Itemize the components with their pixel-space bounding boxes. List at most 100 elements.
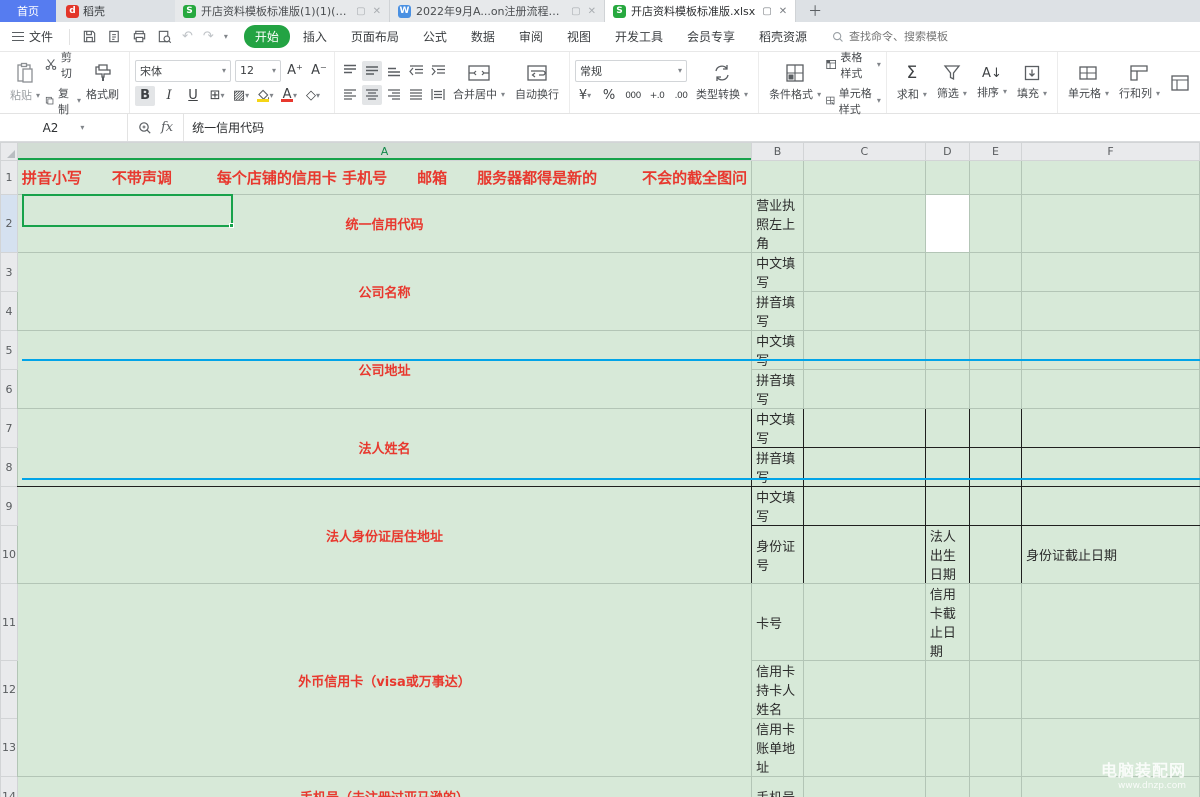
cell-F11[interactable] (1021, 584, 1199, 661)
name-box[interactable]: A2 ▾ (0, 114, 128, 141)
column-header-F[interactable]: F (1021, 143, 1199, 161)
cell-B10[interactable]: 身份证号 (752, 526, 804, 584)
cell-B4[interactable]: 拼音填写 (752, 292, 804, 331)
column-header-B[interactable]: B (752, 143, 804, 161)
cell-C3[interactable] (803, 253, 925, 292)
cell-D4[interactable] (925, 292, 969, 331)
tab-developer[interactable]: 开发工具 (604, 25, 674, 48)
distributed-icon[interactable] (428, 85, 448, 105)
cell-D2[interactable] (925, 195, 969, 253)
borders-button[interactable]: ⊞▾ (207, 86, 227, 106)
justify-icon[interactable] (406, 85, 426, 105)
bold-button[interactable]: B (135, 86, 155, 106)
tab-restore-icon[interactable]: ▢ (762, 6, 771, 17)
command-search[interactable] (832, 31, 969, 43)
cell-C6[interactable] (803, 370, 925, 409)
cell-C5[interactable] (803, 331, 925, 370)
cell-C8[interactable] (803, 448, 925, 487)
cell-C13[interactable] (803, 719, 925, 777)
cell-D13[interactable] (925, 719, 969, 777)
tab-formulas[interactable]: 公式 (412, 25, 458, 48)
cell-E12[interactable] (969, 661, 1021, 719)
tab-insert[interactable]: 插入 (292, 25, 338, 48)
fill-color-button[interactable]: ▾ (255, 86, 275, 106)
row-header-13[interactable]: 13 (1, 719, 18, 777)
doc-tab-3-active[interactable]: S 开店资料模板标准版.xlsx ▢ ✕ (605, 0, 796, 22)
filter-button[interactable]: 筛选▾ (932, 64, 972, 101)
worksheet-button-partial[interactable] (1165, 74, 1195, 92)
cell-C4[interactable] (803, 292, 925, 331)
column-header-D[interactable]: D (925, 143, 969, 161)
row-header-14[interactable]: 14 (1, 777, 18, 797)
percent-button[interactable]: % (599, 86, 619, 106)
cell-F6[interactable] (1021, 370, 1199, 409)
format-painter-button[interactable]: 格式刷 (81, 63, 124, 102)
currency-button[interactable]: ¥▾ (575, 86, 595, 106)
cell-B7[interactable]: 中文填写 (752, 409, 804, 448)
row-header-10[interactable]: 10 (1, 526, 18, 584)
cell-D8[interactable] (925, 448, 969, 487)
row-header-8[interactable]: 8 (1, 448, 18, 487)
cell-E13[interactable] (969, 719, 1021, 777)
tab-page-layout[interactable]: 页面布局 (340, 25, 410, 48)
cell-B6[interactable]: 拼音填写 (752, 370, 804, 409)
paste-button[interactable]: 粘贴▾ (5, 62, 45, 103)
cell-F2[interactable] (1021, 195, 1199, 253)
clear-format-button[interactable]: ◇▾ (303, 86, 323, 106)
align-left-icon[interactable] (340, 85, 360, 105)
tab-data[interactable]: 数据 (460, 25, 506, 48)
cell-F7[interactable] (1021, 409, 1199, 448)
cell-E8[interactable] (969, 448, 1021, 487)
column-header-E[interactable]: E (969, 143, 1021, 161)
table-style-button[interactable]: 表格样式▾ (826, 49, 881, 81)
cells-button[interactable]: 单元格▾ (1063, 64, 1114, 101)
row-header-7[interactable]: 7 (1, 409, 18, 448)
font-name-select[interactable]: 宋体▾ (135, 60, 231, 82)
cell-A9[interactable]: 法人身份证居住地址 (17, 487, 751, 584)
cell-F1[interactable] (1021, 161, 1199, 195)
cell-E10[interactable] (969, 526, 1021, 584)
cell-F3[interactable] (1021, 253, 1199, 292)
cell-B1[interactable] (752, 161, 804, 195)
cell-D10[interactable]: 法人出生日期 (925, 526, 969, 584)
magnifier-icon[interactable] (138, 121, 152, 135)
cell-E2[interactable] (969, 195, 1021, 253)
insert-function-icon[interactable]: fx (161, 120, 173, 135)
cell-B2[interactable]: 营业执照左上角 (752, 195, 804, 253)
cell-A14[interactable]: 手机号（未注册过亚马逊的） (17, 777, 751, 797)
row-header-5[interactable]: 5 (1, 331, 18, 370)
cell-D6[interactable] (925, 370, 969, 409)
shading-button[interactable]: ▨▾ (231, 86, 251, 106)
tab-restore-icon[interactable]: ▢ (356, 6, 365, 17)
redo-icon[interactable]: ↷ (203, 29, 214, 44)
number-format-select[interactable]: 常规▾ (575, 60, 687, 82)
merge-center-button[interactable]: 合并居中▾ (448, 63, 510, 102)
cell-A3[interactable]: 公司名称 (17, 253, 751, 331)
docer-tab[interactable]: d 稻壳 (56, 0, 119, 22)
tab-member[interactable]: 会员专享 (676, 25, 746, 48)
cell-F12[interactable] (1021, 661, 1199, 719)
cell-B3[interactable]: 中文填写 (752, 253, 804, 292)
cell-B12[interactable]: 信用卡持卡人姓名 (752, 661, 804, 719)
tab-view[interactable]: 视图 (556, 25, 602, 48)
select-all-corner[interactable] (1, 143, 18, 161)
wrap-text-button[interactable]: 自动换行 (510, 63, 564, 102)
new-tab-button[interactable]: ＋ (796, 0, 834, 22)
row-header-6[interactable]: 6 (1, 370, 18, 409)
home-tab[interactable]: 首页 (0, 0, 56, 22)
conditional-format-button[interactable]: 条件格式▾ (764, 63, 826, 102)
cell-C7[interactable] (803, 409, 925, 448)
cell-D11[interactable]: 信用卡截止日期 (925, 584, 969, 661)
cell-C1[interactable] (803, 161, 925, 195)
cell-E3[interactable] (969, 253, 1021, 292)
cell-A7[interactable]: 法人姓名 (17, 409, 751, 487)
align-bottom-icon[interactable] (384, 61, 404, 81)
align-right-icon[interactable] (384, 85, 404, 105)
cell-F10[interactable]: 身份证截止日期 (1021, 526, 1199, 584)
cell-B11[interactable]: 卡号 (752, 584, 804, 661)
cell-E9[interactable] (969, 487, 1021, 526)
cell-E7[interactable] (969, 409, 1021, 448)
sum-button[interactable]: Σ 求和▾ (892, 63, 932, 102)
column-header-A[interactable]: A (17, 143, 751, 161)
sort-button[interactable]: A↓ 排序▾ (972, 66, 1012, 100)
